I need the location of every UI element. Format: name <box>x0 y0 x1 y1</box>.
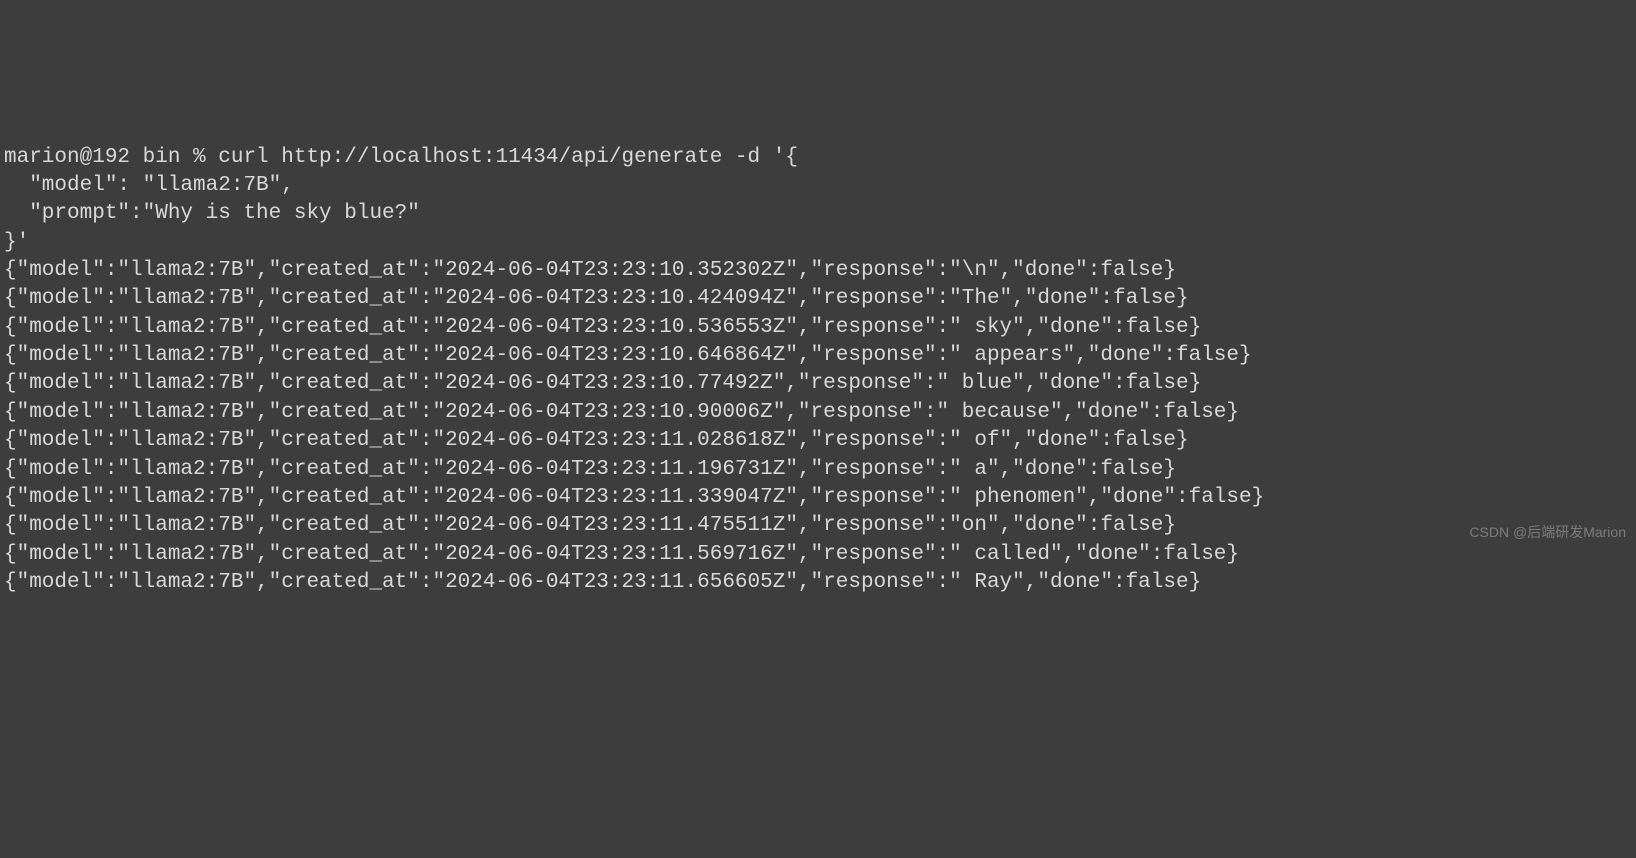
response-line: {"model":"llama2:7B","created_at":"2024-… <box>4 401 1239 424</box>
response-line: {"model":"llama2:7B","created_at":"2024-… <box>4 344 1252 367</box>
response-line: {"model":"llama2:7B","created_at":"2024-… <box>4 259 1176 282</box>
watermark-text: CSDN @后端研发Marion <box>1469 523 1626 542</box>
response-line: {"model":"llama2:7B","created_at":"2024-… <box>4 316 1201 339</box>
response-line: {"model":"llama2:7B","created_at":"2024-… <box>4 571 1201 594</box>
terminal-output[interactable]: marion@192 bin % curl http://localhost:1… <box>4 115 1632 659</box>
prompt-line: marion@192 bin % curl http://localhost:1… <box>4 146 798 169</box>
response-line: {"model":"llama2:7B","created_at":"2024-… <box>4 543 1239 566</box>
request-body-line: "model": "llama2:7B", <box>4 174 294 197</box>
response-line: {"model":"llama2:7B","created_at":"2024-… <box>4 514 1176 537</box>
response-line: {"model":"llama2:7B","created_at":"2024-… <box>4 372 1201 395</box>
request-body-line: "prompt":"Why is the sky blue?" <box>4 202 420 225</box>
response-line: {"model":"llama2:7B","created_at":"2024-… <box>4 458 1176 481</box>
response-line: {"model":"llama2:7B","created_at":"2024-… <box>4 486 1264 509</box>
response-line: {"model":"llama2:7B","created_at":"2024-… <box>4 429 1189 452</box>
response-line: {"model":"llama2:7B","created_at":"2024-… <box>4 287 1189 310</box>
request-body-line: }' <box>4 231 29 254</box>
